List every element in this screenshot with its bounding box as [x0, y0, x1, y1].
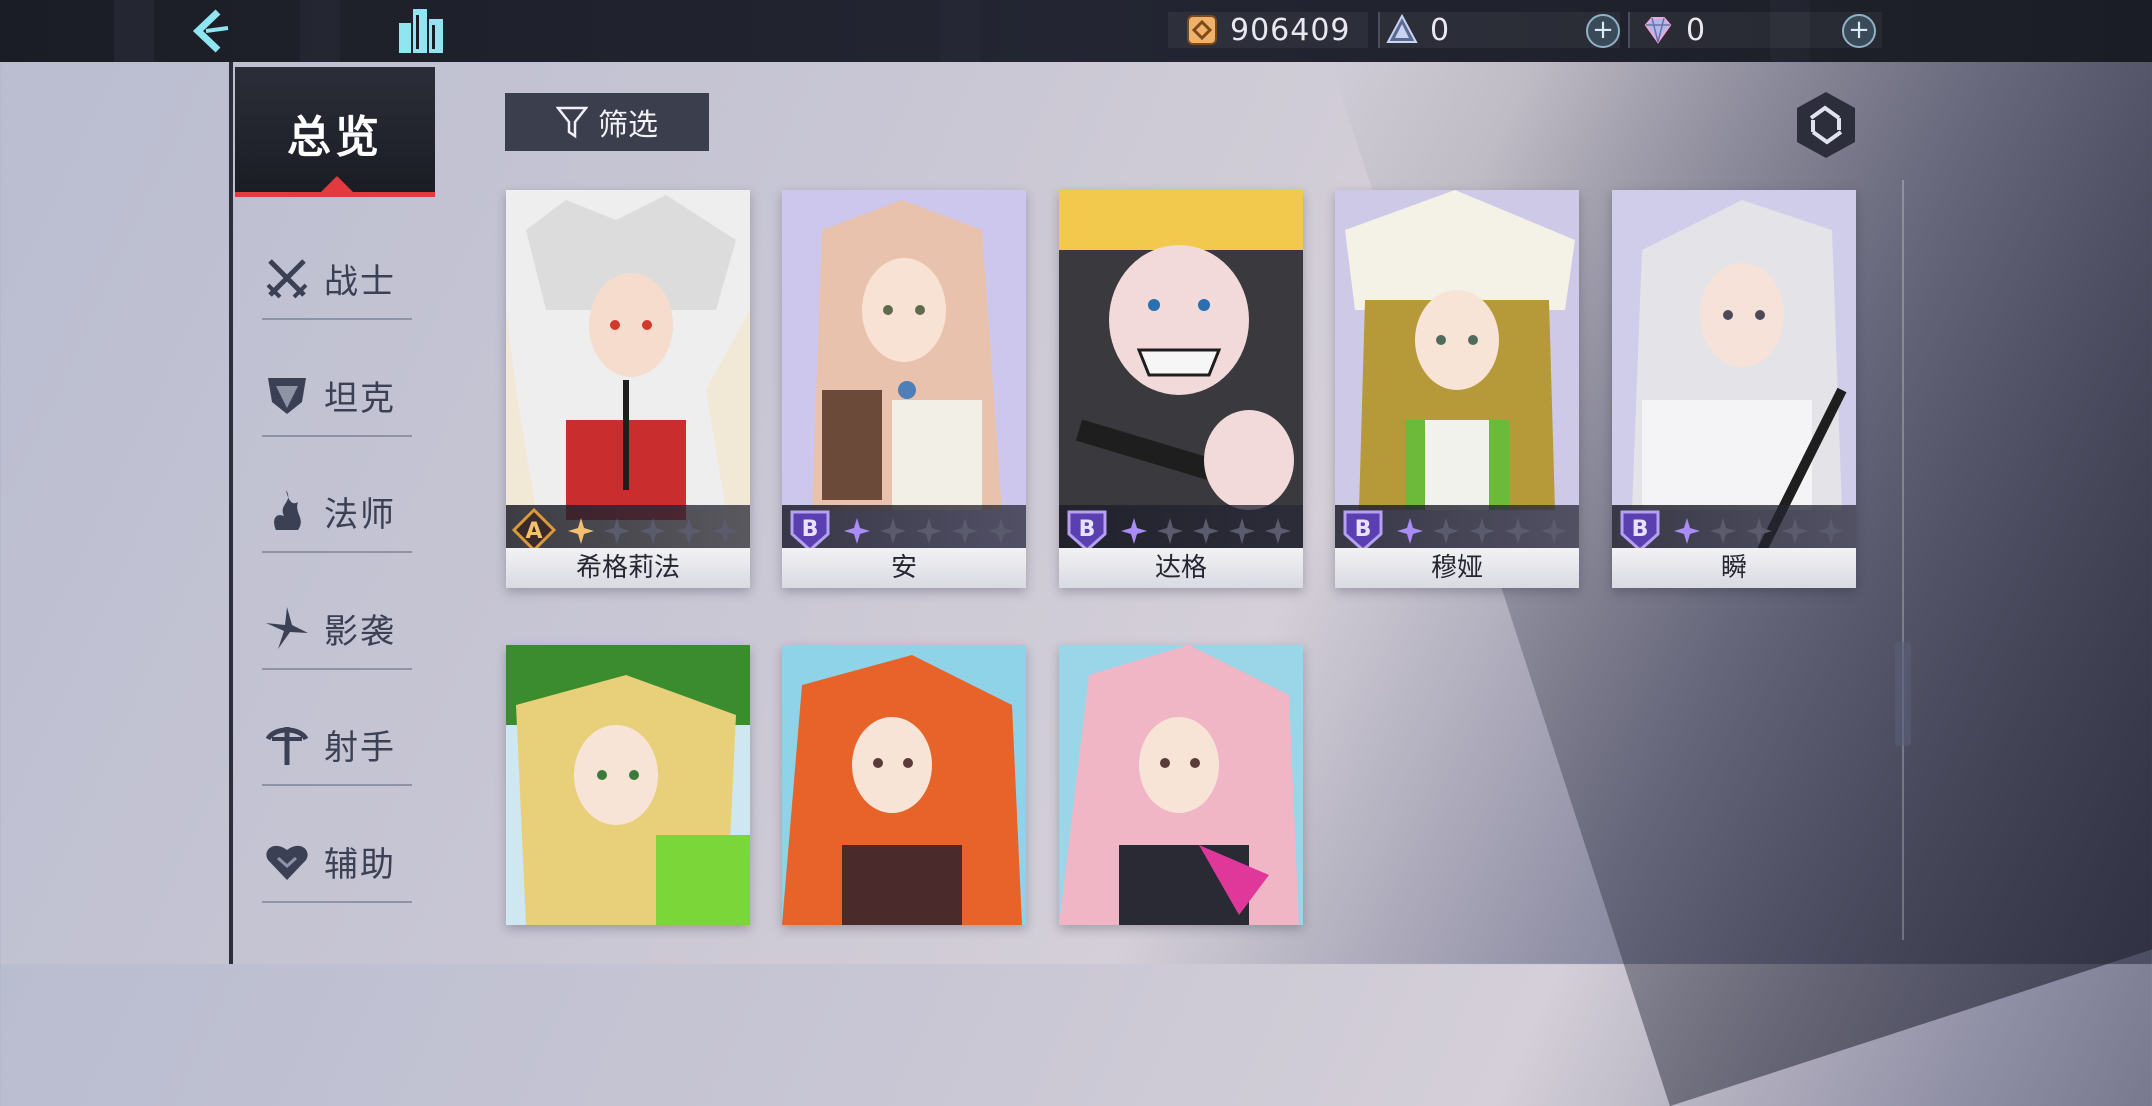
nav-overview-tab[interactable]: 总览 [235, 67, 435, 197]
nav-item-tank[interactable]: 坦克 [262, 355, 412, 437]
star-empty-icon [1157, 518, 1183, 544]
star-empty-icon [1193, 518, 1219, 544]
star-empty-icon [1782, 518, 1808, 544]
mage-flame-icon [274, 490, 301, 530]
gold-coin-icon [1187, 15, 1217, 45]
support-heart-icon [266, 845, 308, 880]
filter-funnel-icon [556, 106, 588, 139]
tier-badge-B-icon: B [1343, 510, 1383, 552]
nav-item-label: 法师 [324, 494, 396, 535]
tank-shield-icon [268, 378, 306, 414]
star-empty-icon [676, 518, 702, 544]
hero-card[interactable]: B 安 [782, 190, 1026, 588]
tier-badge-B-icon: B [1067, 510, 1107, 552]
crystal-add-button[interactable]: + [1586, 14, 1620, 48]
hero-name: 穆娅 [1335, 548, 1579, 588]
filter-label: 筛选 [598, 108, 658, 143]
hero-card[interactable]: B 达格 [1059, 190, 1303, 588]
hero-name: 瞬 [1612, 548, 1856, 588]
hero-card[interactable] [1059, 645, 1303, 925]
star-empty-icon [712, 518, 738, 544]
star-empty-icon [1469, 518, 1495, 544]
star-lit-icon [568, 518, 594, 544]
active-indicator [321, 176, 353, 192]
sort-button[interactable] [1795, 90, 1857, 160]
hero-portrait [506, 645, 750, 925]
crystal-value: 0 [1430, 12, 1451, 48]
svg-text:B: B [802, 517, 819, 542]
bar-decoration [114, 0, 154, 62]
marksman-bow-icon [265, 727, 309, 765]
diamond-value: 0 [1686, 12, 1707, 48]
bar-decoration [940, 0, 980, 62]
star-empty-icon [880, 518, 906, 544]
back-button[interactable] [188, 6, 238, 56]
nav-item-assassin[interactable]: 影袭 [262, 588, 412, 670]
star-empty-icon [1505, 518, 1531, 544]
hero-name: 达格 [1059, 548, 1303, 588]
nav-item-support[interactable]: 辅助 [262, 821, 412, 903]
nav-overview-label: 总览 [287, 112, 383, 163]
star-empty-icon [988, 518, 1014, 544]
filter-button[interactable]: 筛选 [505, 93, 709, 151]
star-empty-icon [1818, 518, 1844, 544]
svg-text:A: A [525, 519, 542, 544]
hero-card[interactable]: B 瞬 [1612, 190, 1856, 588]
hero-card[interactable]: B 穆娅 [1335, 190, 1579, 588]
diamond-icon [1644, 17, 1672, 44]
hero-portrait [1059, 645, 1303, 925]
nav-item-label: 战士 [324, 261, 396, 302]
svg-text:B: B [1632, 517, 1649, 542]
star-empty-icon [1746, 518, 1772, 544]
star-empty-icon [1265, 518, 1291, 544]
hero-portrait [782, 645, 1026, 925]
sort-cycle-icon [1797, 92, 1855, 158]
star-empty-icon [604, 518, 630, 544]
star-empty-icon [1229, 518, 1255, 544]
star-empty-icon [1710, 518, 1736, 544]
hero-card[interactable] [506, 645, 750, 925]
nav-item-label: 辅助 [324, 844, 396, 885]
gold-counter: 906409 [1186, 12, 1351, 48]
city-buildings-icon [399, 9, 443, 53]
star-lit-icon [1121, 518, 1147, 544]
svg-text:B: B [1079, 517, 1096, 542]
scrollbar-thumb[interactable] [1895, 642, 1911, 746]
tier-badge-A-icon: A [512, 508, 556, 552]
star-empty-icon [952, 518, 978, 544]
warrior-swords-icon [266, 259, 308, 299]
hero-name: 安 [782, 548, 1026, 588]
diamond-counter: 0 [1642, 12, 1706, 48]
diamond-add-button[interactable]: + [1842, 14, 1876, 48]
nav-item-label: 坦克 [324, 378, 396, 419]
city-home-button[interactable] [395, 5, 447, 57]
hero-card[interactable] [782, 645, 1026, 925]
scrollbar-track [1902, 180, 1904, 940]
star-empty-icon [1541, 518, 1567, 544]
hero-name: 希格莉法 [506, 548, 750, 588]
gold-value: 906409 [1230, 12, 1351, 48]
assassin-shuriken-icon [266, 607, 308, 649]
tier-badge-B-icon: B [1620, 510, 1660, 552]
nav-item-label: 影袭 [324, 611, 396, 652]
star-empty-icon [640, 518, 666, 544]
star-empty-icon [1433, 518, 1459, 544]
crystal-counter: 0 [1386, 12, 1450, 48]
tier-badge-B-icon: B [790, 510, 830, 552]
back-arrow-icon [192, 9, 229, 53]
nav-item-marksman[interactable]: 射手 [262, 704, 412, 786]
crystal-icon [1386, 14, 1418, 43]
nav-item-warrior[interactable]: 战士 [262, 238, 412, 320]
star-lit-icon [1397, 518, 1423, 544]
bar-decoration [300, 0, 340, 62]
nav-item-mage[interactable]: 法师 [262, 471, 412, 553]
svg-text:B: B [1355, 517, 1372, 542]
star-lit-icon [1674, 518, 1700, 544]
star-empty-icon [916, 518, 942, 544]
hero-card[interactable]: A 希格莉法 [506, 190, 750, 588]
nav-item-label: 射手 [324, 727, 396, 768]
star-lit-icon [844, 518, 870, 544]
